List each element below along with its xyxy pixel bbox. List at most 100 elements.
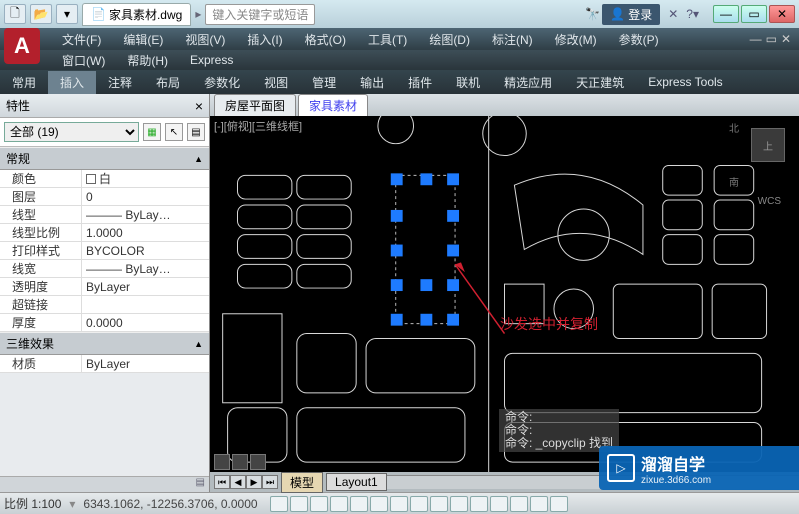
status-icon[interactable] (350, 496, 368, 512)
status-toggle-icons (270, 496, 568, 512)
prop-layer-value[interactable]: 0 (82, 190, 209, 204)
file-icon: 📄 (91, 7, 106, 21)
ribbon-tab-express[interactable]: Express Tools (636, 72, 734, 92)
status-icon[interactable] (470, 496, 488, 512)
menu-view[interactable]: 视图(V) (175, 29, 235, 50)
ribbon-tab-view[interactable]: 视图 (252, 71, 300, 94)
view-cube[interactable]: 上 (751, 128, 785, 162)
window-maximize-button[interactable]: ▭ (741, 5, 767, 23)
window-close-button[interactable]: ✕ (769, 5, 795, 23)
menu-insert[interactable]: 插入(I) (237, 29, 292, 50)
document-tab-floorplan[interactable]: 房屋平面图 (214, 94, 296, 116)
quick-select-icon[interactable]: ▦ (143, 123, 161, 141)
qat-dropdown-icon[interactable]: ▾ (56, 4, 78, 24)
status-icon[interactable] (490, 496, 508, 512)
ribbon-tab-home[interactable]: 常用 (0, 71, 48, 94)
menu-file[interactable]: 文件(F) (52, 29, 111, 50)
status-icon[interactable] (550, 496, 568, 512)
properties-section-general[interactable]: 常规 ▲ (0, 147, 209, 170)
watermark-badge: ▷ 溜溜自学 zixue.3d66.com (599, 446, 799, 490)
prop-material-value[interactable]: ByLayer (82, 357, 209, 371)
status-icon[interactable] (450, 496, 468, 512)
document-tab-furniture[interactable]: 家具素材 (298, 94, 368, 116)
prop-plotstyle-value[interactable]: BYCOLOR (82, 244, 209, 258)
ribbon-tab-layout[interactable]: 布局 (144, 71, 192, 94)
status-icon[interactable] (370, 496, 388, 512)
toggle-pickadd-icon[interactable]: ▤ (187, 123, 205, 141)
prop-ltscale-value[interactable]: 1.0000 (82, 226, 209, 240)
login-button[interactable]: 👤 登录 (602, 4, 660, 25)
menu-bar-secondary: 窗口(W) 帮助(H) Express (0, 50, 799, 70)
status-icon[interactable] (290, 496, 308, 512)
layout-tab-layout1[interactable]: Layout1 (326, 473, 387, 491)
ribbon-tab-insert[interactable]: 插入 (48, 71, 96, 94)
binoculars-icon[interactable]: 🔭 (585, 7, 600, 21)
menu-dimension[interactable]: 标注(N) (482, 29, 543, 50)
mdi-restore-icon[interactable]: ▭ (766, 32, 777, 46)
document-title-tab[interactable]: 📄 家具素材.dwg (82, 3, 191, 26)
ribbon-tab-featured[interactable]: 精选应用 (492, 71, 564, 94)
properties-grid-3d: 材质ByLayer (0, 355, 209, 373)
status-icon[interactable] (410, 496, 428, 512)
status-icon[interactable] (310, 496, 328, 512)
layout-nav-next-icon[interactable]: ▶ (246, 475, 262, 489)
mdi-close-icon[interactable]: ✕ (781, 32, 791, 46)
viewport-toolbar-icon[interactable] (232, 454, 248, 470)
viewport-toolbar-icon[interactable] (250, 454, 266, 470)
ribbon-tab-manage[interactable]: 管理 (300, 71, 348, 94)
ribbon-tab-online[interactable]: 联机 (444, 71, 492, 94)
mdi-minimize-icon[interactable]: — (750, 32, 762, 46)
ribbon-tab-plugins[interactable]: 插件 (396, 71, 444, 94)
menu-help[interactable]: 帮助(H) (117, 51, 178, 70)
status-scale[interactable]: 比例 1:100 (4, 495, 61, 512)
prop-transparency-value[interactable]: ByLayer (82, 280, 209, 294)
properties-section-3d[interactable]: 三维效果 ▲ (0, 332, 209, 355)
ribbon-tab-output[interactable]: 输出 (348, 71, 396, 94)
status-icon[interactable] (270, 496, 288, 512)
help-icon[interactable]: ?▾ (686, 7, 699, 21)
menu-modify[interactable]: 修改(M) (545, 29, 607, 50)
layout-tab-model[interactable]: 模型 (281, 472, 323, 493)
viewport-label[interactable]: [-][俯视][三维线框] (214, 118, 302, 134)
command-line-3: 命令: _copyclip 找到 (505, 437, 613, 450)
application-menu-button[interactable]: A (4, 28, 44, 68)
layout-nav-prev-icon[interactable]: ◀ (230, 475, 246, 489)
menu-express[interactable]: Express (180, 52, 243, 68)
exchange-icon[interactable]: ✕ (668, 7, 678, 21)
menu-tools[interactable]: 工具(T) (358, 29, 417, 50)
layout-nav-last-icon[interactable]: ⏭ (262, 475, 278, 489)
ribbon-tab-annotate[interactable]: 注释 (96, 71, 144, 94)
layout-nav-first-icon[interactable]: ⏮ (214, 475, 230, 489)
drawing-viewport[interactable]: [-][俯视][三维线框] (210, 116, 799, 472)
status-icon[interactable] (330, 496, 348, 512)
menu-edit[interactable]: 编辑(E) (113, 29, 173, 50)
window-minimize-button[interactable]: — (713, 5, 739, 23)
status-icon[interactable] (430, 496, 448, 512)
properties-filter-select[interactable]: 全部 (19) (4, 122, 139, 142)
properties-panel-header[interactable]: 特性 × (0, 94, 209, 118)
menu-format[interactable]: 格式(O) (295, 29, 356, 50)
select-objects-icon[interactable]: ↖ (165, 123, 183, 141)
status-icon[interactable] (510, 496, 528, 512)
menu-params[interactable]: 参数(P) (609, 29, 669, 50)
status-icon[interactable] (530, 496, 548, 512)
qat-new-icon[interactable]: 🗋 (4, 4, 26, 24)
status-icon[interactable] (390, 496, 408, 512)
menu-draw[interactable]: 绘图(D) (419, 29, 480, 50)
viewport-toolbar-icon[interactable] (214, 454, 230, 470)
ribbon-tab-parametric[interactable]: 参数化 (192, 71, 252, 94)
qat-open-icon[interactable]: 📂 (30, 4, 52, 24)
prop-color-label: 颜色 (0, 170, 82, 187)
ribbon-tab-tangent[interactable]: 天正建筑 (564, 71, 636, 94)
prop-thickness-value[interactable]: 0.0000 (82, 316, 209, 330)
prop-linetype-value[interactable]: ——— ByLay… (82, 208, 209, 222)
search-input[interactable]: 键入关键字或短语 (205, 4, 315, 25)
prop-lineweight-value[interactable]: ——— ByLay… (82, 262, 209, 276)
prop-transparency-label: 透明度 (0, 278, 82, 295)
compass-south-label: 南 (729, 174, 739, 189)
panel-close-icon[interactable]: × (195, 98, 203, 114)
prop-color-value[interactable]: 白 (82, 170, 209, 187)
wcs-label[interactable]: WCS (758, 196, 781, 207)
watermark-brand: 溜溜自学 (641, 451, 711, 475)
menu-window[interactable]: 窗口(W) (52, 51, 115, 70)
